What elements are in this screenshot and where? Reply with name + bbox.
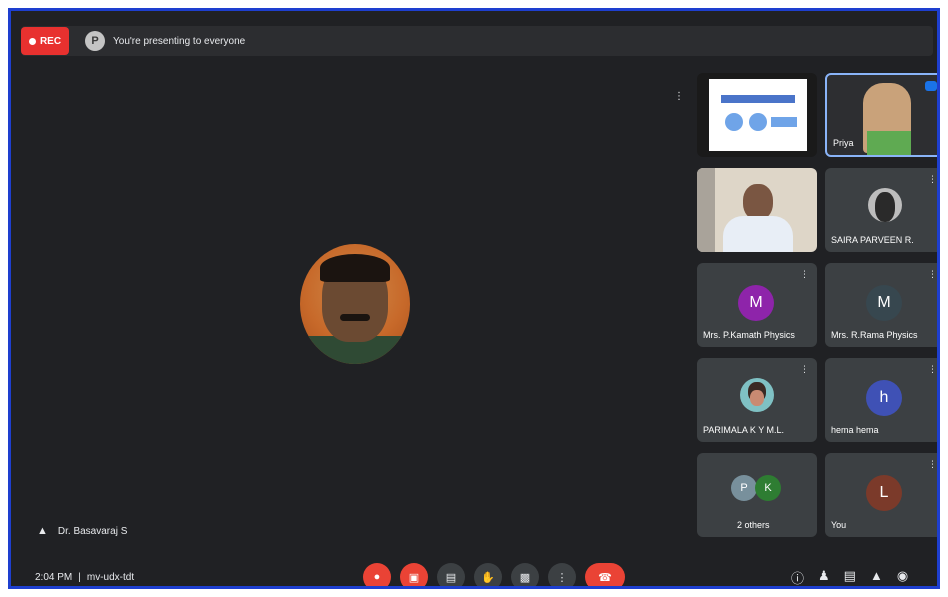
mic-off-icon: ⋮ [800, 364, 809, 374]
shared-screen-banner [721, 95, 795, 103]
tile-screen-share[interactable] [697, 73, 817, 157]
tile-name: SAIRA PARVEEN R. [831, 235, 914, 245]
tile-name: You [831, 520, 847, 530]
participant-head [743, 184, 773, 220]
rec-label: REC [39, 35, 62, 47]
initial-avatar: L [866, 475, 902, 511]
recording-indicator[interactable]: REC [21, 27, 69, 55]
top-bar: REC P You're presenting to everyone [21, 26, 933, 56]
speaking-indicator-icon [925, 81, 937, 91]
mic-off-icon: ⋮ [800, 269, 809, 279]
host-controls-icon[interactable]: ◉ [897, 568, 908, 586]
tile-name: Mrs. P.Kamath Physics [703, 330, 795, 340]
mic-off-icon: ⋮ [928, 174, 937, 184]
presenting-text: You're presenting to everyone [113, 35, 246, 47]
info-icon[interactable]: ⓘ [791, 568, 804, 586]
avatar-hair [320, 254, 390, 282]
initial-avatar: h [866, 380, 902, 416]
avatar-face [750, 390, 764, 406]
initial-avatar: M [738, 285, 774, 321]
meet-window: REC P You're presenting to everyone ▲ Dr… [8, 8, 940, 589]
end-call-icon[interactable]: ☎ [585, 563, 625, 586]
people-icon[interactable]: ♟ [818, 568, 830, 586]
participant-avatar [868, 188, 902, 222]
meeting-info: 2:04 PM | mv-udx-tdt [35, 572, 134, 583]
tile-name: Priya [833, 138, 854, 148]
meeting-time: 2:04 PM [35, 572, 73, 583]
tile-you[interactable]: ⋮ L You [825, 453, 937, 537]
mic-off-icon: ⋮ [928, 364, 937, 374]
camera-off-icon[interactable]: ▣ [400, 563, 428, 586]
right-toolbar: ⓘ ♟ ▤ ▲ ◉ [791, 568, 908, 586]
initial-avatar: P [731, 475, 757, 501]
present-icon[interactable]: ▩ [511, 563, 539, 586]
shared-screen-circle-2 [749, 113, 767, 131]
pin-icon[interactable]: ▲ [37, 525, 48, 537]
tile-video-participant[interactable] [697, 168, 817, 252]
shared-screen-block [771, 117, 797, 127]
speaker-name: Dr. Basavaraj S [57, 525, 128, 537]
main-speaker-avatar [300, 244, 410, 364]
avatar-mustache [340, 314, 370, 321]
tile-mrs-kamath[interactable]: ⋮ M Mrs. P.Kamath Physics [697, 263, 817, 347]
speaker-label: ▲ Dr. Basavaraj S [37, 525, 127, 537]
raise-hand-icon[interactable]: ✋ [474, 563, 502, 586]
pin-count-icon: ⋮ [674, 91, 684, 102]
tile-name: hema hema [831, 425, 879, 435]
tile-parimala[interactable]: ⋮ PARIMALA K Y M.L. [697, 358, 817, 442]
initial-avatar: K [755, 475, 781, 501]
record-icon [28, 37, 36, 45]
tile-saira[interactable]: ⋮ SAIRA PARVEEN R. [825, 168, 937, 252]
mic-off-icon: ⋮ [928, 269, 937, 279]
captions-icon[interactable]: ▤ [437, 563, 465, 586]
avatar-hair [875, 192, 895, 222]
more-options-icon[interactable]: ⋮ [548, 563, 576, 586]
tile-name: Mrs. R.Rama Physics [831, 330, 918, 340]
tile-mrs-rama[interactable]: ⋮ M Mrs. R.Rama Physics [825, 263, 937, 347]
participant-shirt [723, 216, 793, 252]
shared-screen-circle-1 [725, 113, 743, 131]
call-controls: ● ▣ ▤ ✋ ▩ ⋮ ☎ [363, 563, 625, 586]
meeting-separator: | [78, 572, 81, 583]
tile-name: PARIMALA K Y M.L. [703, 425, 785, 435]
mic-off-icon: ⋮ [928, 459, 937, 469]
presenting-icon: P [85, 31, 105, 51]
activities-icon[interactable]: ▲ [870, 568, 883, 586]
tile-priya[interactable]: Priya [825, 73, 937, 157]
initial-avatar: M [866, 285, 902, 321]
tile-name: 2 others [737, 520, 770, 530]
participant-avatar [740, 378, 774, 412]
tile-hema[interactable]: ⋮ h hema hema [825, 358, 937, 442]
tile-others[interactable]: P K 2 others [697, 453, 817, 537]
meeting-code: mv-udx-tdt [86, 572, 135, 583]
video-background [697, 168, 715, 252]
mic-off-icon[interactable]: ● [363, 563, 391, 586]
shared-screen-preview [709, 79, 807, 151]
chat-icon[interactable]: ▤ [844, 568, 856, 586]
